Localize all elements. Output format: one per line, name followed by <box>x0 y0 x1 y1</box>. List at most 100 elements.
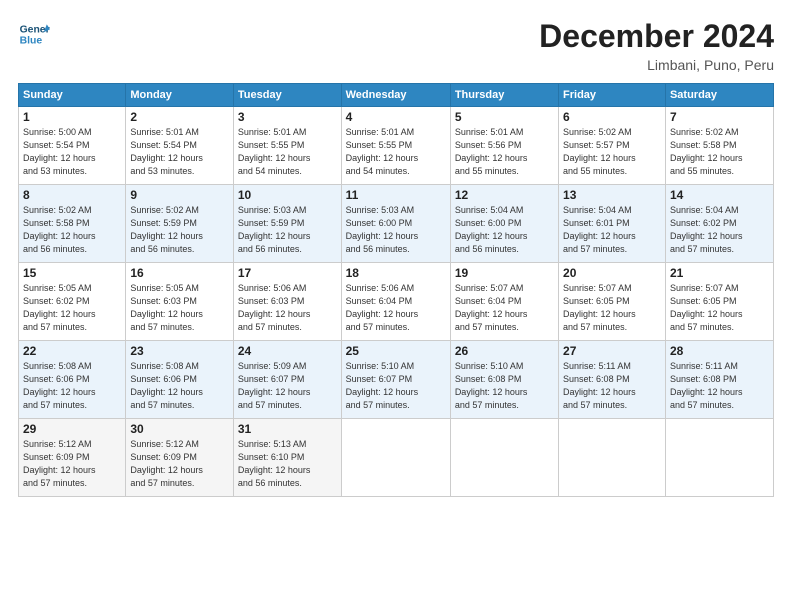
col-friday: Friday <box>559 84 666 107</box>
header: General Blue December 2024 Limbani, Puno… <box>18 18 774 73</box>
day-info: Sunrise: 5:13 AM Sunset: 6:10 PM Dayligh… <box>238 438 337 490</box>
day-info: Sunrise: 5:10 AM Sunset: 6:08 PM Dayligh… <box>455 360 554 412</box>
col-sunday: Sunday <box>19 84 126 107</box>
table-cell: 6 Sunrise: 5:02 AM Sunset: 5:57 PM Daylig… <box>559 107 666 185</box>
day-info: Sunrise: 5:03 AM Sunset: 6:00 PM Dayligh… <box>346 204 446 256</box>
table-cell: 5 Sunrise: 5:01 AM Sunset: 5:56 PM Daylig… <box>450 107 558 185</box>
day-number: 30 <box>130 422 229 436</box>
day-number: 11 <box>346 188 446 202</box>
day-info: Sunrise: 5:06 AM Sunset: 6:04 PM Dayligh… <box>346 282 446 334</box>
table-cell: 17Sunrise: 5:06 AM Sunset: 6:03 PM Dayli… <box>233 263 341 341</box>
table-cell: 9Sunrise: 5:02 AM Sunset: 5:59 PM Daylig… <box>126 185 234 263</box>
calendar-week-row: 29 Sunrise: 5:12 AM Sunset: 6:09 PM Dayli… <box>19 419 774 497</box>
logo-icon: General Blue <box>18 18 50 50</box>
day-number: 9 <box>130 188 229 202</box>
day-info: Sunrise: 5:02 AM Sunset: 5:58 PM Dayligh… <box>670 126 769 178</box>
table-cell: 13Sunrise: 5:04 AM Sunset: 6:01 PM Dayli… <box>559 185 666 263</box>
title-block: December 2024 Limbani, Puno, Peru <box>539 18 774 73</box>
col-wednesday: Wednesday <box>341 84 450 107</box>
day-number: 18 <box>346 266 446 280</box>
table-cell: 31 Sunrise: 5:13 AM Sunset: 6:10 PM Dayli… <box>233 419 341 497</box>
table-cell <box>559 419 666 497</box>
day-info: Sunrise: 5:10 AM Sunset: 6:07 PM Dayligh… <box>346 360 446 412</box>
day-number: 29 <box>23 422 121 436</box>
day-number: 15 <box>23 266 121 280</box>
day-number: 23 <box>130 344 229 358</box>
col-saturday: Saturday <box>665 84 773 107</box>
day-number: 1 <box>23 110 121 124</box>
day-number: 27 <box>563 344 661 358</box>
day-number: 26 <box>455 344 554 358</box>
day-number: 3 <box>238 110 337 124</box>
day-info: Sunrise: 5:02 AM Sunset: 5:58 PM Dayligh… <box>23 204 121 256</box>
table-cell: 27 Sunrise: 5:11 AM Sunset: 6:08 PM Dayli… <box>559 341 666 419</box>
day-info: Sunrise: 5:09 AM Sunset: 6:07 PM Dayligh… <box>238 360 337 412</box>
location: Limbani, Puno, Peru <box>539 57 774 73</box>
day-info: Sunrise: 5:04 AM Sunset: 6:02 PM Dayligh… <box>670 204 769 256</box>
table-cell: 28 Sunrise: 5:11 AM Sunset: 6:08 PM Dayli… <box>665 341 773 419</box>
table-cell: 8Sunrise: 5:02 AM Sunset: 5:58 PM Daylig… <box>19 185 126 263</box>
table-cell: 30Sunrise: 5:12 AM Sunset: 6:09 PM Dayli… <box>126 419 234 497</box>
day-number: 24 <box>238 344 337 358</box>
day-info: Sunrise: 5:07 AM Sunset: 6:05 PM Dayligh… <box>563 282 661 334</box>
day-info: Sunrise: 5:04 AM Sunset: 6:01 PM Dayligh… <box>563 204 661 256</box>
table-cell: 19 Sunrise: 5:07 AM Sunset: 6:04 PM Dayli… <box>450 263 558 341</box>
table-cell: 24 Sunrise: 5:09 AM Sunset: 6:07 PM Dayli… <box>233 341 341 419</box>
day-info: Sunrise: 5:01 AM Sunset: 5:55 PM Dayligh… <box>346 126 446 178</box>
day-info: Sunrise: 5:01 AM Sunset: 5:56 PM Dayligh… <box>455 126 554 178</box>
calendar-header-row: Sunday Monday Tuesday Wednesday Thursday… <box>19 84 774 107</box>
day-info: Sunrise: 5:11 AM Sunset: 6:08 PM Dayligh… <box>563 360 661 412</box>
calendar-week-row: 22 Sunrise: 5:08 AM Sunset: 6:06 PM Dayli… <box>19 341 774 419</box>
day-number: 12 <box>455 188 554 202</box>
day-number: 10 <box>238 188 337 202</box>
table-cell: 10 Sunrise: 5:03 AM Sunset: 5:59 PM Dayli… <box>233 185 341 263</box>
day-number: 6 <box>563 110 661 124</box>
day-number: 2 <box>130 110 229 124</box>
day-number: 22 <box>23 344 121 358</box>
day-info: Sunrise: 5:07 AM Sunset: 6:05 PM Dayligh… <box>670 282 769 334</box>
day-info: Sunrise: 5:02 AM Sunset: 5:57 PM Dayligh… <box>563 126 661 178</box>
day-number: 28 <box>670 344 769 358</box>
day-info: Sunrise: 5:05 AM Sunset: 6:02 PM Dayligh… <box>23 282 121 334</box>
table-cell: 25 Sunrise: 5:10 AM Sunset: 6:07 PM Dayli… <box>341 341 450 419</box>
table-cell: 29 Sunrise: 5:12 AM Sunset: 6:09 PM Dayli… <box>19 419 126 497</box>
day-info: Sunrise: 5:06 AM Sunset: 6:03 PM Dayligh… <box>238 282 337 334</box>
day-number: 4 <box>346 110 446 124</box>
day-info: Sunrise: 5:07 AM Sunset: 6:04 PM Dayligh… <box>455 282 554 334</box>
day-number: 25 <box>346 344 446 358</box>
table-cell: 2 Sunrise: 5:01 AM Sunset: 5:54 PM Daylig… <box>126 107 234 185</box>
table-cell: 26 Sunrise: 5:10 AM Sunset: 6:08 PM Dayli… <box>450 341 558 419</box>
day-number: 31 <box>238 422 337 436</box>
day-number: 14 <box>670 188 769 202</box>
day-info: Sunrise: 5:04 AM Sunset: 6:00 PM Dayligh… <box>455 204 554 256</box>
table-cell: 16Sunrise: 5:05 AM Sunset: 6:03 PM Dayli… <box>126 263 234 341</box>
day-number: 16 <box>130 266 229 280</box>
table-cell: 1Sunrise: 5:00 AM Sunset: 5:54 PM Daylig… <box>19 107 126 185</box>
calendar-week-row: 8Sunrise: 5:02 AM Sunset: 5:58 PM Daylig… <box>19 185 774 263</box>
day-info: Sunrise: 5:11 AM Sunset: 6:08 PM Dayligh… <box>670 360 769 412</box>
calendar-table: Sunday Monday Tuesday Wednesday Thursday… <box>18 83 774 497</box>
table-cell: 3Sunrise: 5:01 AM Sunset: 5:55 PM Daylig… <box>233 107 341 185</box>
table-cell <box>450 419 558 497</box>
day-number: 20 <box>563 266 661 280</box>
day-info: Sunrise: 5:03 AM Sunset: 5:59 PM Dayligh… <box>238 204 337 256</box>
table-cell: 7 Sunrise: 5:02 AM Sunset: 5:58 PM Daylig… <box>665 107 773 185</box>
logo: General Blue <box>18 18 50 50</box>
day-info: Sunrise: 5:08 AM Sunset: 6:06 PM Dayligh… <box>23 360 121 412</box>
col-thursday: Thursday <box>450 84 558 107</box>
calendar-week-row: 15 Sunrise: 5:05 AM Sunset: 6:02 PM Dayli… <box>19 263 774 341</box>
day-info: Sunrise: 5:01 AM Sunset: 5:54 PM Dayligh… <box>130 126 229 178</box>
table-cell <box>665 419 773 497</box>
calendar-week-row: 1Sunrise: 5:00 AM Sunset: 5:54 PM Daylig… <box>19 107 774 185</box>
table-cell: 22 Sunrise: 5:08 AM Sunset: 6:06 PM Dayli… <box>19 341 126 419</box>
table-cell: 23 Sunrise: 5:08 AM Sunset: 6:06 PM Dayli… <box>126 341 234 419</box>
table-cell: 18 Sunrise: 5:06 AM Sunset: 6:04 PM Dayli… <box>341 263 450 341</box>
day-number: 7 <box>670 110 769 124</box>
day-number: 21 <box>670 266 769 280</box>
day-number: 19 <box>455 266 554 280</box>
page: General Blue December 2024 Limbani, Puno… <box>0 0 792 612</box>
day-number: 5 <box>455 110 554 124</box>
day-info: Sunrise: 5:08 AM Sunset: 6:06 PM Dayligh… <box>130 360 229 412</box>
table-cell: 11 Sunrise: 5:03 AM Sunset: 6:00 PM Dayli… <box>341 185 450 263</box>
day-info: Sunrise: 5:12 AM Sunset: 6:09 PM Dayligh… <box>23 438 121 490</box>
